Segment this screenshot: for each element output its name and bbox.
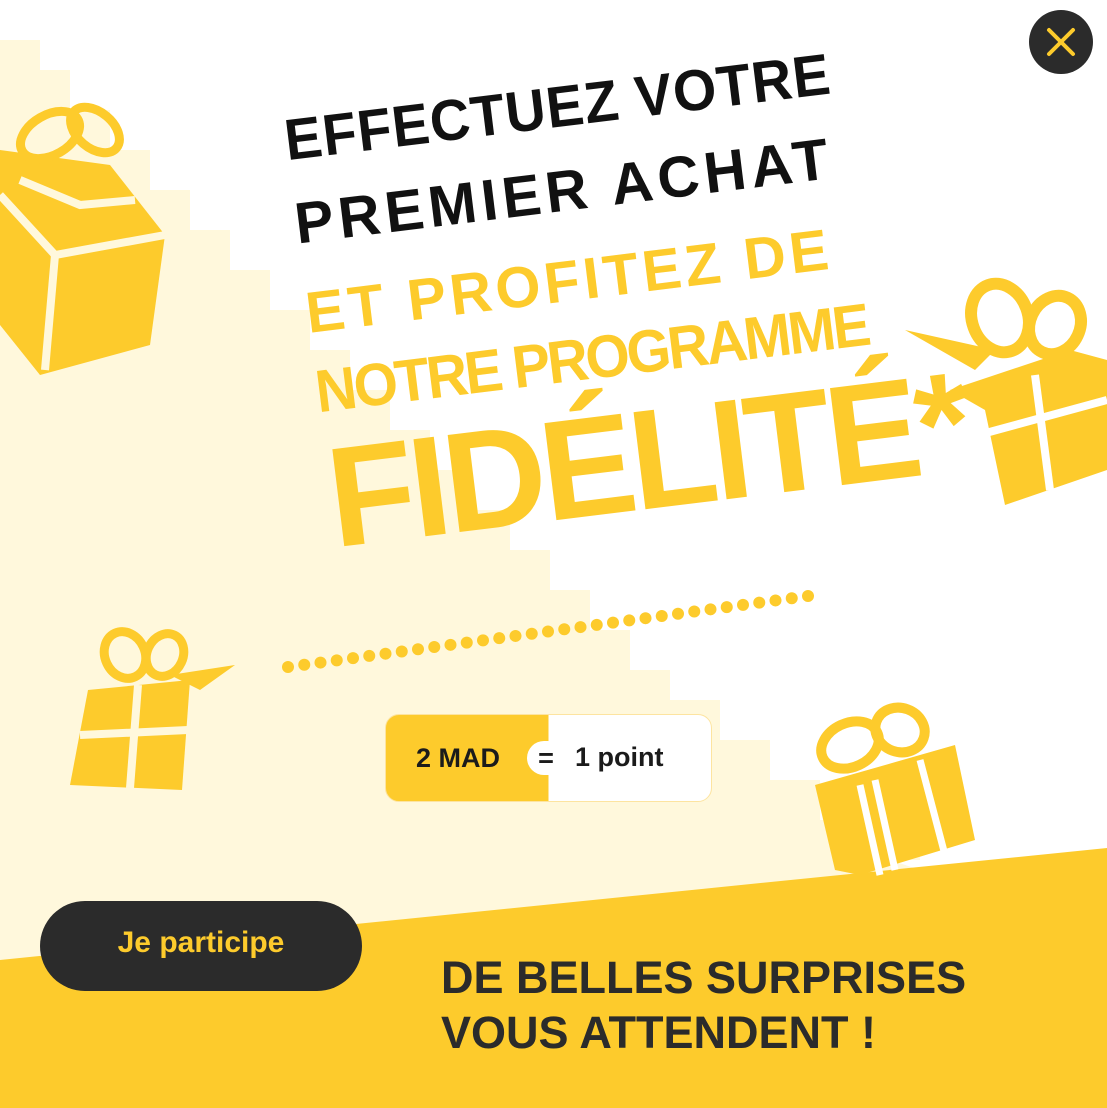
gift-icon [815, 702, 975, 876]
footer-line-2: VOUS ATTENDENT ! [441, 1007, 876, 1058]
points-reward: 1 point [575, 742, 664, 772]
close-button[interactable] [1029, 10, 1093, 74]
points-equals: = [527, 741, 565, 775]
points-amount: 2 MAD [416, 743, 501, 773]
footer-line-1: DE BELLES SURPRISES [441, 952, 967, 1003]
headline: EFFECTUEZ VOTRE PREMIER ACHAT ET PROFITE… [275, 0, 975, 616]
close-icon [1047, 28, 1075, 56]
gift-icon [0, 102, 166, 375]
footer-message: DE BELLES SURPRISES VOUS ATTENDENT ! [441, 950, 966, 1060]
participate-button[interactable]: Je participe [40, 901, 362, 991]
gift-icon [70, 627, 235, 790]
